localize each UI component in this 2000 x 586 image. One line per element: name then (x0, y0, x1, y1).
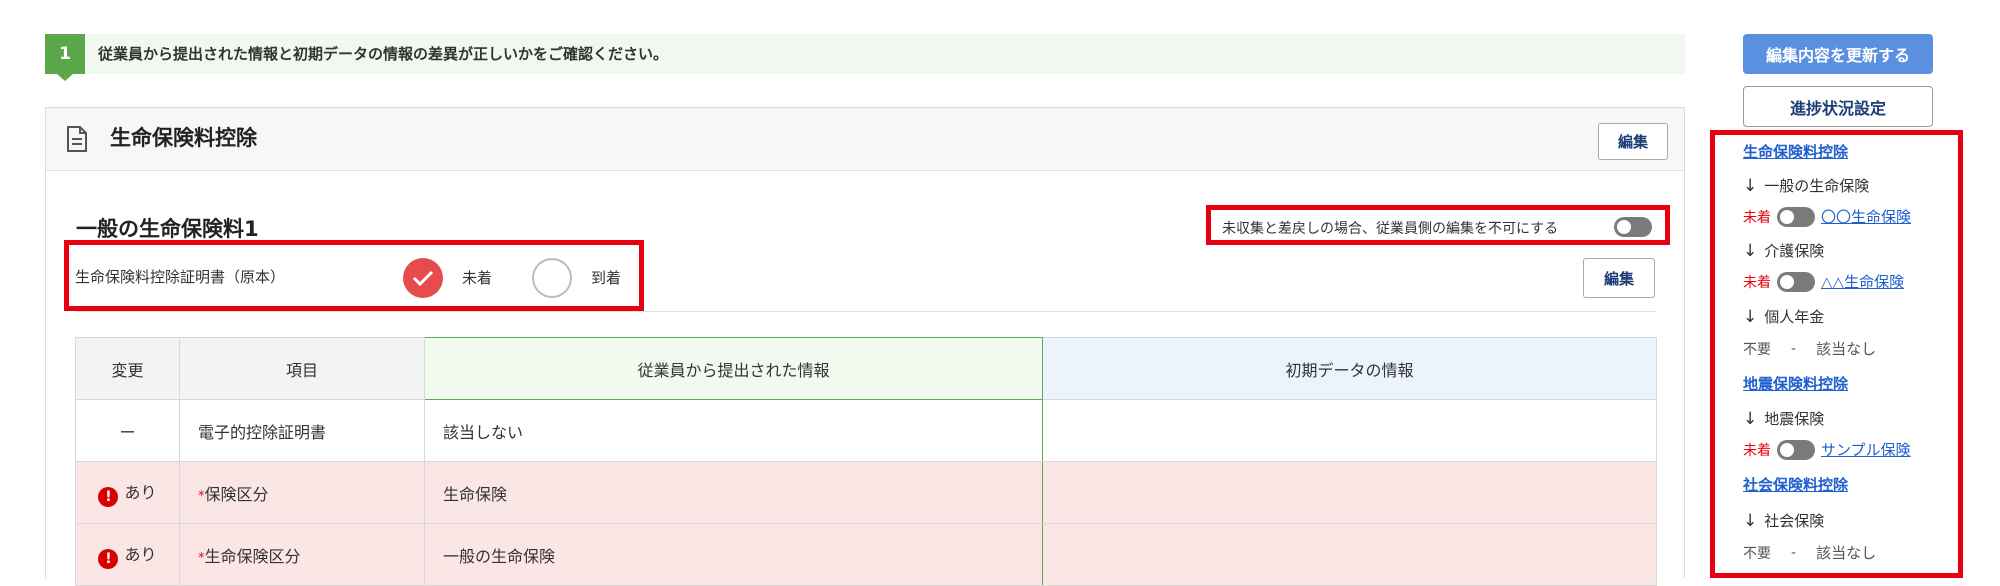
step-badge-tail (57, 74, 73, 81)
status-note: 該当なし (1816, 544, 1877, 562)
arrow-down-icon: ↓ (1743, 176, 1758, 196)
card-title: 生命保険料控除 (110, 126, 257, 150)
sidebar-status-earthquake: 未着 サンプル保険 (1743, 439, 1911, 460)
sidebar-link-earthquake[interactable]: 地震保険料控除 (1743, 373, 1848, 394)
document-icon (67, 126, 87, 152)
item-cell: *保険区分 (179, 461, 425, 524)
step-number-badge: 1 (45, 34, 85, 74)
employee-cell: 該当しない (424, 399, 1043, 462)
sidebar-status-general-life: 未着 〇〇生命保険 (1743, 206, 1911, 227)
status-label: 未着 (1743, 209, 1771, 226)
change-text: あり (124, 482, 157, 502)
lock-toggle-label: 未収集と差戻しの場合、従業員側の編集を不可にする (1222, 221, 1559, 237)
check-icon (412, 270, 434, 287)
alert-icon: ! (98, 548, 119, 569)
status-label: 不要 (1743, 545, 1771, 562)
arrow-down-icon: ↓ (1743, 241, 1758, 261)
change-cell: ! あり (75, 461, 180, 524)
status-toggle[interactable] (1777, 271, 1815, 292)
status-label: 未着 (1743, 442, 1771, 459)
insurance-link[interactable]: 〇〇生命保険 (1821, 206, 1911, 227)
lock-toggle-switch[interactable] (1614, 217, 1652, 237)
sidebar-sub-earthquake: ↓ 地震保険 (1743, 409, 1825, 429)
initial-cell (1042, 461, 1657, 524)
insurance-link[interactable]: サンプル保険 (1821, 439, 1911, 460)
arrow-down-icon: ↓ (1743, 307, 1758, 327)
status-label: 未着 (1743, 274, 1771, 291)
step-instruction: 従業員から提出された情報と初期データの情報の差異が正しいかをご確認ください。 (98, 45, 669, 63)
sidebar-status-social: 不要 - 該当なし (1743, 542, 1876, 563)
sidebar-status-nursing: 未着 △△生命保険 (1743, 271, 1904, 292)
header-change: 変更 (75, 337, 180, 400)
status-toggle[interactable] (1777, 206, 1815, 227)
item-cell: *生命保険区分 (179, 523, 425, 586)
sidebar-link-social-insurance[interactable]: 社会保険料控除 (1743, 474, 1848, 495)
insurance-link[interactable]: △△生命保険 (1821, 271, 1904, 292)
sidebar-link-life-insurance[interactable]: 生命保険料控除 (1743, 141, 1848, 162)
sidebar-sub-nursing: ↓ 介護保険 (1743, 241, 1825, 261)
initial-cell (1042, 523, 1657, 586)
section-edit-button[interactable]: 編集 (1583, 258, 1655, 298)
table-row: ! あり *生命保険区分 一般の生命保険 (75, 523, 1657, 586)
change-text: あり (124, 544, 157, 564)
progress-settings-button[interactable]: 進捗状況設定 (1743, 86, 1933, 127)
header-initial-data: 初期データの情報 (1042, 337, 1657, 400)
alert-icon: ! (98, 486, 119, 507)
status-dash: - (1791, 340, 1797, 357)
change-cell: ー (75, 399, 180, 462)
not-arrived-radio[interactable] (403, 258, 443, 298)
employee-cell: 一般の生命保険 (424, 523, 1043, 586)
table-row: ー 電子的控除証明書 該当しない (75, 399, 1657, 462)
arrow-down-icon: ↓ (1743, 409, 1758, 429)
initial-cell (1042, 399, 1657, 462)
header-employee-info: 従業員から提出された情報 (424, 337, 1043, 400)
update-button[interactable]: 編集内容を更新する (1743, 34, 1933, 74)
status-note: 該当なし (1816, 340, 1877, 358)
sidebar-sub-general-life: ↓ 一般の生命保険 (1743, 176, 1870, 196)
card-edit-button[interactable]: 編集 (1598, 123, 1668, 160)
status-label: 不要 (1743, 341, 1771, 358)
employee-cell: 生命保険 (424, 461, 1043, 524)
change-cell: ! あり (75, 523, 180, 586)
table-row: ! あり *保険区分 生命保険 (75, 461, 1657, 524)
comparison-table: 変更 項目 従業員から提出された情報 初期データの情報 ー 電子的控除証明書 該… (75, 337, 1657, 586)
sidebar-sub-social: ↓ 社会保険 (1743, 511, 1825, 531)
status-toggle[interactable] (1777, 439, 1815, 460)
arrow-down-icon: ↓ (1743, 511, 1758, 531)
arrived-label: 到着 (591, 269, 622, 287)
arrived-radio[interactable] (532, 258, 572, 298)
item-text: 保険区分 (204, 484, 269, 504)
header-item: 項目 (179, 337, 425, 400)
card-header (46, 108, 1684, 171)
section-divider (76, 311, 1656, 312)
sidebar-status-pension: 不要 - 該当なし (1743, 338, 1876, 359)
section-title: 一般の生命保険料1 (76, 217, 259, 241)
not-arrived-label: 未着 (462, 269, 493, 287)
item-text: 生命保険区分 (204, 546, 301, 566)
certificate-label: 生命保険料控除証明書（原本） (75, 268, 286, 286)
item-cell: 電子的控除証明書 (179, 399, 425, 462)
status-dash: - (1791, 544, 1797, 561)
sidebar-sub-pension: ↓ 個人年金 (1743, 307, 1825, 327)
